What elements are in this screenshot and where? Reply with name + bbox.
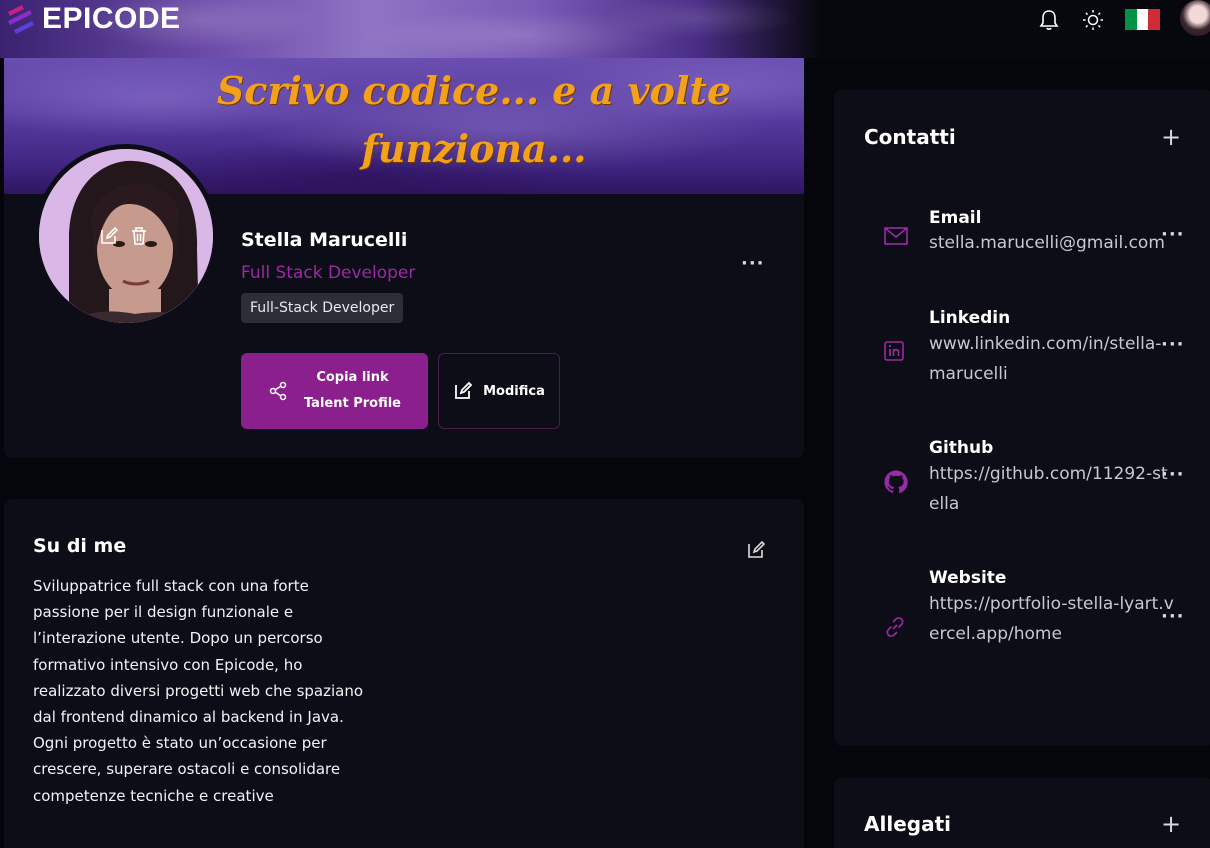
delete-photo-icon[interactable] [129, 226, 149, 246]
copy-link-label-line2: Talent Profile [303, 396, 401, 411]
sun-icon[interactable] [1082, 9, 1104, 31]
share-icon [269, 381, 287, 401]
contact-more-button[interactable]: ··· [1161, 334, 1185, 355]
edit-photo-icon[interactable] [99, 226, 119, 246]
user-avatar[interactable] [1180, 0, 1210, 36]
edit-about-icon[interactable] [746, 540, 766, 560]
about-card: Su di me Sviluppatrice full stack con un… [4, 499, 804, 848]
profile-name: Stella Marucelli [241, 229, 408, 251]
add-contact-button[interactable]: + [1161, 123, 1181, 151]
contacts-card: Contatti + Email stella.marucelli@gmail.… [834, 90, 1210, 746]
copy-link-label-line1: Copia link [316, 370, 389, 385]
profile-tag: Full-Stack Developer [241, 293, 404, 323]
brand-name: EPICODE [42, 2, 181, 35]
github-icon [884, 470, 908, 494]
contact-value[interactable]: stella.marucelli@gmail.com [929, 228, 1174, 258]
italy-flag-icon[interactable] [1125, 9, 1161, 30]
contact-more-button[interactable]: ··· [1161, 224, 1185, 245]
epicode-logo-icon [8, 5, 34, 34]
attachments-card: Allegati + [834, 778, 1210, 848]
link-icon [886, 617, 904, 637]
contact-label: Email [929, 208, 982, 228]
photo-actions [99, 226, 149, 246]
contact-label: Github [929, 438, 994, 458]
contact-label: Website [929, 568, 1007, 588]
about-text: Sviluppatrice full stack con una forte p… [33, 577, 364, 805]
attachments-title: Allegati [864, 812, 951, 836]
copy-link-label: Copia link Talent Profile [304, 365, 401, 417]
contact-value[interactable]: https://github.com/11292-stella [929, 459, 1174, 519]
contact-label: Linkedin [929, 308, 1011, 328]
copy-talent-profile-link-button[interactable]: Copia link Talent Profile [241, 353, 428, 429]
add-attachment-button[interactable]: + [1161, 810, 1181, 838]
contact-value[interactable]: https://portfolio-stella-lyart.vercel.ap… [929, 589, 1174, 649]
bell-icon[interactable] [1039, 9, 1059, 31]
brand-logo[interactable]: EPICODE [4, 2, 181, 36]
contacts-title: Contatti [864, 125, 956, 149]
contact-more-button[interactable]: ··· [1161, 606, 1185, 627]
cover-quote-line2: funziona... [361, 126, 587, 171]
contact-value[interactable]: www.linkedin.com/in/stella-marucelli [929, 329, 1174, 389]
top-navbar: EPICODE [0, 0, 1210, 58]
mail-icon [884, 227, 908, 245]
cover-quote-line1: Scrivo codice... e a volte [216, 68, 732, 113]
navbar-cover-strip: EPICODE [0, 0, 820, 58]
about-title: Su di me [33, 535, 127, 557]
linkedin-icon [884, 341, 904, 361]
edit-profile-label: Modifica [483, 383, 545, 399]
profile-role: Full Stack Developer [241, 263, 416, 283]
profile-more-button[interactable]: ··· [741, 253, 765, 274]
edit-profile-button[interactable]: Modifica [438, 353, 560, 429]
contact-more-button[interactable]: ··· [1161, 464, 1185, 485]
edit-icon [455, 381, 473, 399]
